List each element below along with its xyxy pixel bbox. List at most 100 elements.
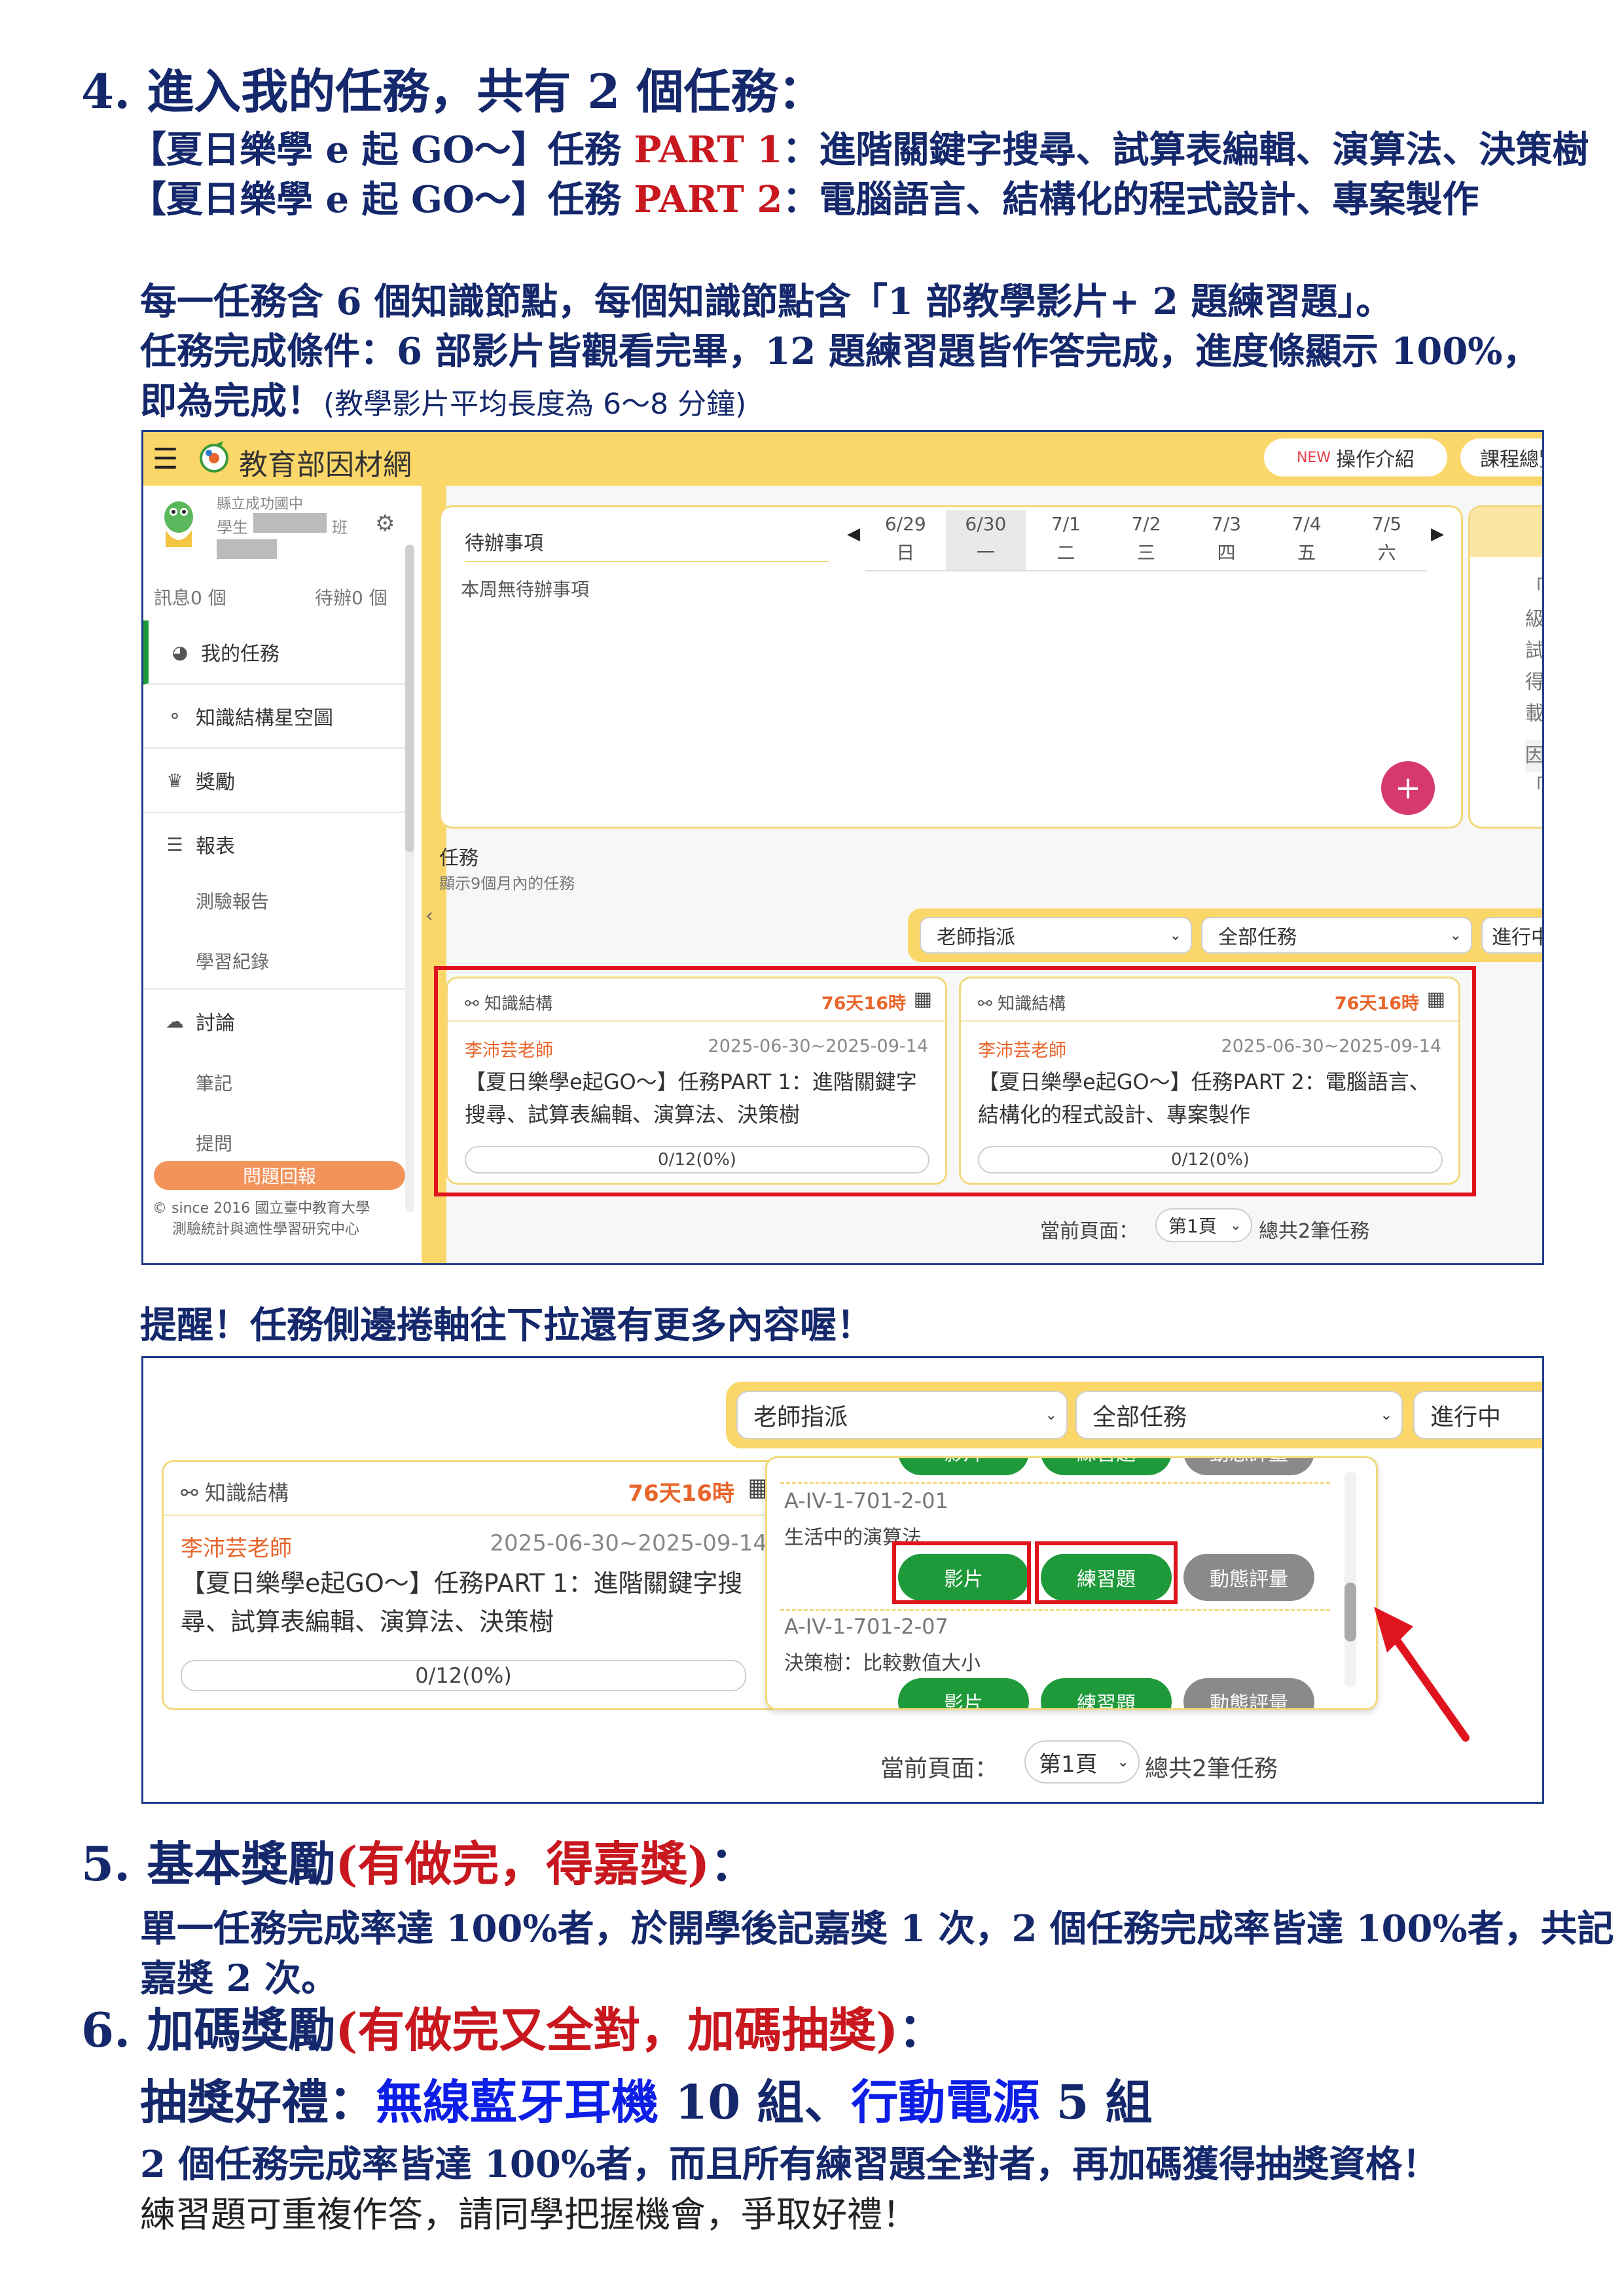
select-value: 進行中	[1430, 1404, 1502, 1431]
redacted-class	[217, 539, 277, 559]
date-range: 2025-06-30~2025-09-14	[490, 1530, 767, 1556]
filter-status-select[interactable]: 進行中	[1413, 1391, 1542, 1439]
part2-tag: PART 2	[634, 178, 783, 221]
dynamic-assessment-button[interactable]: 動態評量	[1183, 1554, 1314, 1601]
calendar-date: 6/30	[965, 513, 1007, 535]
select-value: 第1頁	[1168, 1215, 1217, 1237]
select-value: 老師指派	[753, 1404, 848, 1431]
part2-prefix: 【夏日樂學 e 起 GO～】任務	[130, 178, 634, 221]
calendar-weekday: 五	[1297, 542, 1316, 564]
task-section-subtitle: 顯示9個月內的任務	[439, 874, 575, 893]
menu-knowledge-map[interactable]: ⚬ 知識結構星空圖	[143, 685, 408, 749]
redacted-name	[253, 513, 327, 533]
task-title[interactable]: 【夏日樂學e起GO～】任務PART 1：進階關鍵字搜尋、試算表編輯、演算法、決策…	[181, 1564, 757, 1641]
highlight-video	[892, 1541, 1031, 1604]
node2-name: 決策樹：比較數值大小	[784, 1652, 981, 1675]
footer-line1: © since 2016 國立臺中教育大學	[153, 1200, 370, 1217]
report-issue-button[interactable]: 問題回報	[154, 1161, 405, 1190]
chevron-down-icon: ⌄	[1045, 1407, 1057, 1424]
menu-my-tasks[interactable]: ◕ 我的任務	[143, 620, 414, 685]
menu-label: 我的任務	[201, 643, 280, 666]
chevron-down-icon: ⌄	[1380, 1407, 1392, 1424]
intro-button[interactable]: NEW 操作介紹	[1264, 439, 1447, 476]
footer-line2: 測驗統計與適性學習研究中心	[172, 1221, 360, 1238]
progress-bar: 0/12(0%)	[181, 1660, 746, 1691]
task-card-part1[interactable]: ⚯ 知識結構 76天16時 ▦ 李沛芸老師 2025-06-30~2025-09…	[162, 1460, 786, 1710]
section-6-line2: 練習題可重複作答，請同學把握機會，爭取好禮！	[140, 2194, 918, 2235]
menu-discussion[interactable]: ☁ 討論	[143, 990, 408, 1052]
node2-code: A-IV-1-701-2-07	[784, 1614, 948, 1639]
chart-icon: ☰	[166, 833, 183, 855]
teacher-name: 李沛芸老師	[181, 1535, 292, 1562]
filter-assigner-select[interactable]: 老師指派 ⌄	[920, 917, 1192, 954]
sidebar-scrollbar[interactable]	[405, 545, 414, 1212]
site-name[interactable]: 教育部因材網	[239, 441, 412, 483]
hamburger-menu-icon[interactable]: ☰	[153, 442, 178, 476]
next-week-icon[interactable]: ▶	[1431, 524, 1444, 544]
calendar-date: 7/3	[1212, 513, 1242, 535]
calendar-day[interactable]: 7/3 四	[1186, 510, 1267, 570]
calendar-day[interactable]: 7/2 三	[1106, 510, 1187, 570]
filter-status-select[interactable]: 進行中	[1481, 917, 1542, 954]
menu-label: 討論	[196, 1012, 235, 1035]
submenu-questions[interactable]: 提問	[196, 1130, 232, 1156]
exercise-button[interactable]: 練習題	[1041, 1458, 1172, 1475]
calendar-day[interactable]: 7/5 六	[1346, 510, 1427, 570]
exercise-button[interactable]: 練習題	[1041, 1678, 1172, 1708]
filter-type-select[interactable]: 全部任務 ⌄	[1201, 917, 1472, 954]
prev-week-icon[interactable]: ◀	[847, 524, 860, 544]
select-value: 全部任務	[1218, 926, 1297, 949]
calendar-day[interactable]: 6/30 一	[945, 510, 1026, 570]
gear-icon[interactable]: ⚙	[375, 511, 395, 537]
menu-reports[interactable]: ☰ 報表	[143, 813, 408, 876]
calendar-day[interactable]: 7/4 五	[1267, 510, 1347, 570]
submenu-learning-record[interactable]: 學習紀錄	[196, 948, 269, 974]
section-5-line2: 嘉獎 2 次。	[140, 1957, 338, 2000]
add-todo-button[interactable]: +	[1381, 761, 1435, 815]
section-5-line1: 單一任務完成率達 100%者，於開學後記嘉獎 1 次，2 個任務完成率皆達 10…	[140, 1907, 1614, 1950]
calendar-date: 7/2	[1131, 513, 1161, 535]
remaining-time: 76天16時	[628, 1480, 734, 1507]
message-count[interactable]: 訊息0 個	[154, 584, 226, 610]
page-select[interactable]: 第1頁 ⌄	[1155, 1208, 1252, 1242]
calendar-weekday: 一	[976, 542, 995, 564]
announcement-char: 試	[1525, 639, 1544, 662]
chevron-down-icon: ⌄	[1117, 1753, 1129, 1770]
page-label: 當前頁面：	[1040, 1220, 1138, 1243]
chevron-down-icon: ⌄	[1449, 927, 1462, 944]
dynamic-assessment-button[interactable]: 動態評量	[1183, 1678, 1314, 1708]
calendar-underline	[865, 570, 1427, 571]
video-button[interactable]: 影片	[898, 1458, 1029, 1475]
popover-scrollbar[interactable]	[1344, 1471, 1356, 1687]
select-value: 進行中	[1492, 926, 1542, 949]
menu-label: 知識結構星空圖	[196, 707, 333, 730]
page-total: 總共2筆任務	[1145, 1755, 1278, 1782]
todo-count[interactable]: 待辦0 個	[315, 584, 388, 610]
announcement-char: 載	[1525, 702, 1544, 725]
submenu-test-report[interactable]: 測驗報告	[196, 888, 269, 914]
page-total: 總共2筆任務	[1259, 1220, 1370, 1243]
collapse-chevron-icon[interactable]: ‹	[425, 905, 433, 927]
calendar-weekday: 日	[896, 542, 915, 564]
desc3-bold: 即為完成！	[140, 380, 323, 423]
todo-calendar-panel: 待辦事項 本周無待辦事項 ◀ ▶ 6/29 日 6/30 一 7/1 二 7/2 三 7/3 四 7…	[439, 505, 1463, 829]
page-select[interactable]: 第1頁 ⌄	[1024, 1740, 1140, 1784]
screenshot-task-detail: 老師指派 ⌄ 全部任務 ⌄ 進行中 ⚯ 知識結構 76天16時 ▦ 李沛芸老師 20…	[141, 1356, 1544, 1804]
filter-assigner-select[interactable]: 老師指派 ⌄	[736, 1391, 1068, 1439]
video-button[interactable]: 影片	[898, 1678, 1029, 1708]
class-label: 班	[332, 518, 348, 537]
select-value: 全部任務	[1092, 1404, 1187, 1431]
red-arrow-icon	[1361, 1600, 1492, 1751]
filter-type-select[interactable]: 全部任務 ⌄	[1075, 1391, 1403, 1439]
todo-title: 待辦事項	[465, 532, 543, 555]
course-overview-button[interactable]: 課程總覽	[1460, 439, 1542, 476]
dynamic-assessment-button[interactable]: 動態評量	[1183, 1458, 1314, 1475]
calendar-day[interactable]: 7/1 二	[1026, 510, 1106, 570]
calendar-day[interactable]: 6/29 日	[865, 510, 946, 570]
node-divider	[780, 1609, 1330, 1611]
node-divider	[780, 1482, 1330, 1484]
task-section-title: 任務	[439, 847, 478, 870]
menu-rewards[interactable]: ♛ 獎勵	[143, 749, 408, 813]
chat-icon: ☁	[166, 1010, 184, 1032]
submenu-notes[interactable]: 筆記	[196, 1069, 232, 1096]
